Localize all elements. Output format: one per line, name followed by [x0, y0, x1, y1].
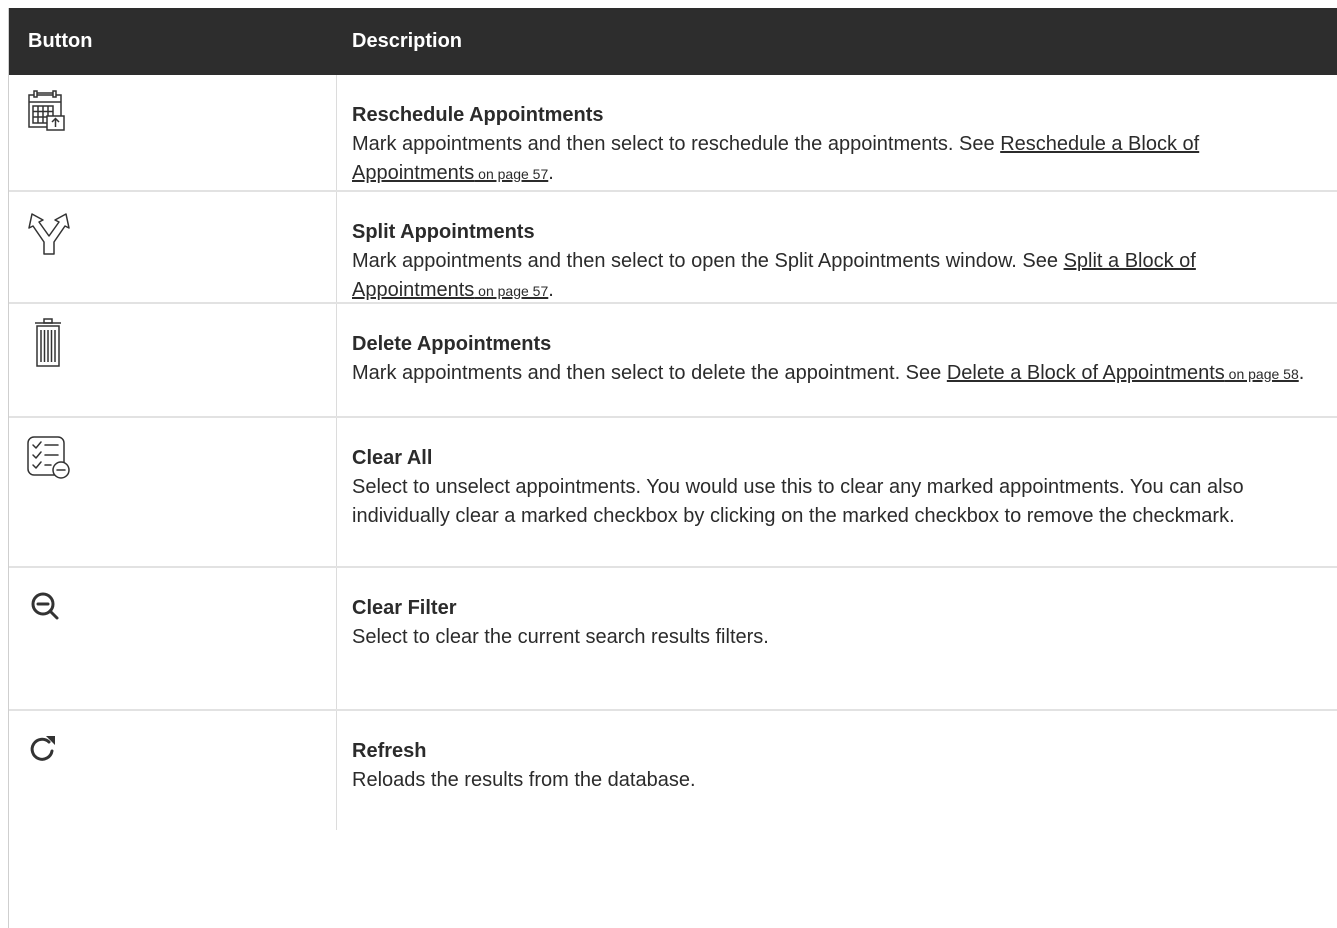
row-desc-end: . — [548, 279, 554, 301]
row-title: Delete Appointments — [352, 333, 552, 355]
row-desc-end: . — [1298, 362, 1305, 384]
column-divider — [336, 568, 337, 709]
zoom-out-icon — [23, 582, 95, 634]
table-row: Refresh Reloads the results from the dat… — [9, 711, 1337, 830]
row-text: Refresh Reloads the results from the dat… — [352, 737, 1319, 795]
row-text: Clear All Select to unselect appointment… — [352, 444, 1319, 531]
row-desc: Select to clear the current search resul… — [352, 626, 769, 648]
refresh-icon — [23, 725, 95, 777]
link-text[interactable]: Delete a Block of Appointments — [947, 362, 1225, 384]
page-ref[interactable]: on page 57 — [474, 166, 548, 182]
row-desc: Mark appointments and then select to ope… — [352, 250, 1064, 272]
buttons-table: Button Description Reschedule Appointmen… — [8, 8, 1337, 928]
column-divider — [336, 192, 337, 302]
trash-icon — [23, 318, 95, 370]
header-button: Button — [28, 30, 93, 52]
row-desc: Select to unselect appointments. You wou… — [352, 476, 1244, 527]
table-row: Delete Appointments Mark appointments an… — [9, 304, 1337, 418]
row-text: Delete Appointments Mark appointments an… — [352, 330, 1319, 389]
table-header: Button Description — [9, 8, 1337, 75]
delete-link[interactable]: Delete a Block of Appointments on page 5… — [947, 362, 1299, 384]
row-text: Clear Filter Select to clear the current… — [352, 594, 1319, 652]
split-arrows-icon — [23, 206, 95, 258]
row-desc: Reloads the results from the database. — [352, 769, 696, 791]
row-desc: Mark appointments and then select to res… — [352, 133, 1001, 155]
row-desc: Mark appointments and then select to del… — [352, 362, 947, 384]
column-divider — [336, 418, 337, 566]
row-desc-end: . — [548, 162, 554, 184]
header-description: Description — [352, 30, 463, 52]
column-divider — [336, 75, 337, 190]
table-row: Split Appointments Mark appointments and… — [9, 192, 1337, 304]
row-title: Split Appointments — [352, 221, 535, 243]
page-ref[interactable]: on page 57 — [474, 283, 548, 299]
table-row: Reschedule Appointments Mark appointment… — [9, 75, 1337, 192]
reschedule-calendar-icon — [23, 89, 95, 141]
clear-all-checklist-icon — [23, 432, 95, 484]
row-title: Clear Filter — [352, 597, 457, 619]
row-title: Refresh — [352, 740, 427, 762]
page-ref[interactable]: on page 58 — [1225, 366, 1299, 382]
table-row: Clear All Select to unselect appointment… — [9, 418, 1337, 568]
row-title: Reschedule Appointments — [352, 104, 604, 126]
column-divider — [336, 711, 337, 830]
row-text: Reschedule Appointments Mark appointment… — [352, 101, 1319, 189]
row-text: Split Appointments Mark appointments and… — [352, 218, 1319, 306]
table-row: Clear Filter Select to clear the current… — [9, 568, 1337, 711]
column-divider — [336, 304, 337, 416]
row-title: Clear All — [352, 447, 433, 469]
